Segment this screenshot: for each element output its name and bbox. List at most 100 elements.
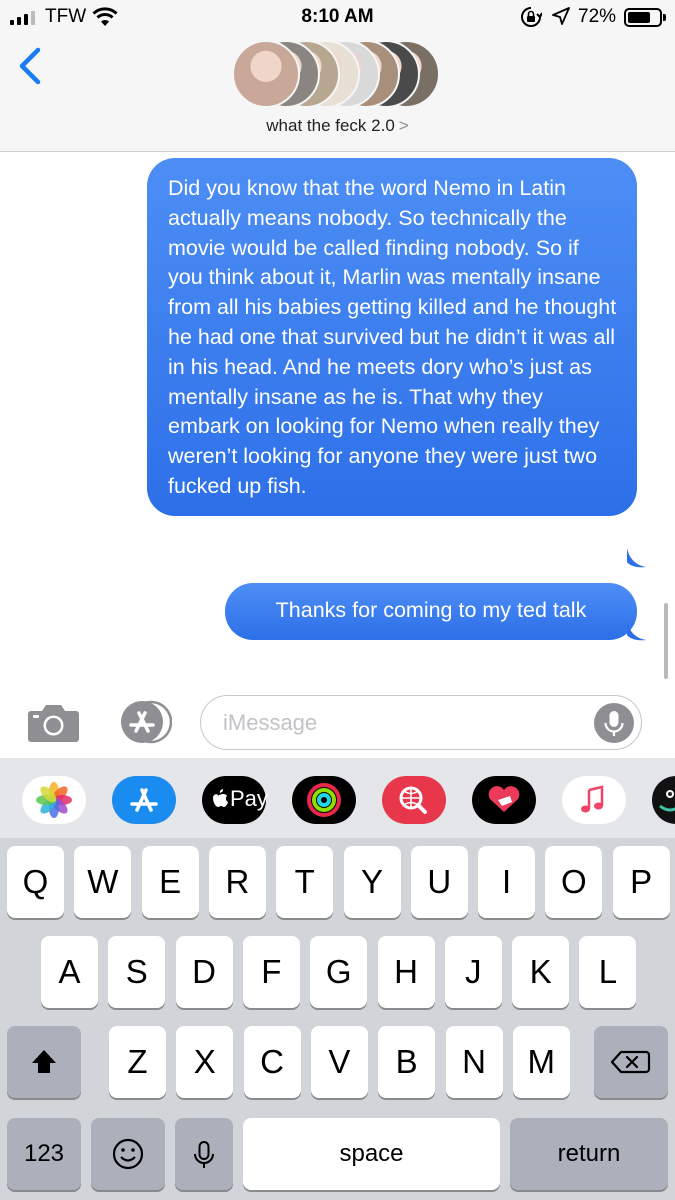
rotation-lock-icon bbox=[521, 7, 542, 27]
key-k[interactable]: K bbox=[512, 936, 570, 1008]
key-l-label: L bbox=[598, 953, 618, 990]
key-j-label: J bbox=[465, 953, 482, 990]
key-u-label: U bbox=[427, 863, 452, 900]
shift-arrow-icon bbox=[32, 1050, 56, 1073]
heart-hand-icon[interactable] bbox=[472, 776, 536, 824]
key-c-label: C bbox=[260, 1043, 285, 1080]
return-key[interactable]: return bbox=[510, 1118, 668, 1190]
bubble-tail bbox=[627, 548, 646, 568]
key-e[interactable]: E bbox=[141, 846, 199, 918]
key-h[interactable]: H bbox=[377, 936, 435, 1008]
key-x-label: X bbox=[193, 1043, 216, 1080]
key-w[interactable]: W bbox=[74, 846, 132, 918]
apple-pay-label: Pay bbox=[230, 786, 268, 811]
microphone-icon bbox=[194, 1141, 214, 1168]
key-k-label: K bbox=[529, 953, 552, 990]
apple-pay-icon[interactable]: Pay bbox=[202, 776, 268, 824]
group-avatars[interactable] bbox=[232, 40, 452, 108]
key-a-label: A bbox=[58, 953, 81, 990]
numbers-key[interactable]: 123 bbox=[7, 1118, 81, 1190]
key-i-label: I bbox=[502, 863, 512, 900]
numbers-key-label: 123 bbox=[23, 1140, 65, 1167]
key-m-label: M bbox=[527, 1043, 556, 1080]
key-h-label: H bbox=[394, 953, 418, 990]
group-name-label: what the feck 2.0 bbox=[266, 116, 395, 135]
return-key-label: return bbox=[557, 1140, 621, 1167]
key-e-label: E bbox=[159, 863, 182, 900]
key-p-label: P bbox=[630, 863, 653, 900]
key-r[interactable]: R bbox=[208, 846, 266, 918]
sticker-app-icon[interactable] bbox=[652, 776, 675, 824]
key-d[interactable]: D bbox=[175, 936, 233, 1008]
microphone-icon[interactable] bbox=[594, 703, 634, 743]
battery-percent: 72% bbox=[578, 6, 617, 27]
scroll-indicator[interactable] bbox=[664, 603, 668, 679]
key-z-label: Z bbox=[127, 1043, 148, 1080]
space-key[interactable]: space bbox=[243, 1118, 500, 1190]
key-n[interactable]: N bbox=[445, 1026, 503, 1098]
activity-rings-icon[interactable] bbox=[292, 776, 356, 824]
keyboard: Q W E R T Y U I O P A S D F G H J K L Z X C V B N M 123 space return bbox=[0, 838, 675, 1200]
key-b-label: B bbox=[395, 1043, 418, 1080]
dictation-key[interactable] bbox=[175, 1118, 233, 1190]
key-g[interactable]: G bbox=[310, 936, 368, 1008]
key-l[interactable]: L bbox=[579, 936, 637, 1008]
camera-icon[interactable] bbox=[27, 703, 80, 743]
status-time: 8:10 AM bbox=[301, 6, 374, 27]
music-note-icon[interactable] bbox=[562, 776, 626, 824]
backspace-icon bbox=[610, 1050, 651, 1074]
key-w-label: W bbox=[87, 863, 119, 900]
app-store-icon[interactable] bbox=[112, 776, 176, 824]
chevron-left-icon[interactable] bbox=[16, 46, 46, 86]
conversation-header: what the feck 2.0 > bbox=[0, 36, 675, 152]
delete-key[interactable] bbox=[594, 1026, 668, 1098]
photos-icon[interactable] bbox=[22, 776, 86, 824]
app-store-icon[interactable] bbox=[114, 700, 172, 744]
key-r-label: R bbox=[225, 863, 250, 900]
key-a[interactable]: A bbox=[41, 936, 98, 1008]
emoji-key[interactable] bbox=[91, 1118, 165, 1190]
space-key-label: space bbox=[339, 1140, 404, 1167]
key-q[interactable]: Q bbox=[7, 846, 64, 918]
key-v-label: V bbox=[328, 1043, 351, 1080]
key-j[interactable]: J bbox=[444, 936, 502, 1008]
key-x[interactable]: X bbox=[176, 1026, 234, 1098]
key-n-label: N bbox=[462, 1043, 486, 1080]
key-c[interactable]: C bbox=[243, 1026, 301, 1098]
key-o[interactable]: O bbox=[545, 846, 603, 918]
message-bubble[interactable]: Thanks for coming to my ted talk bbox=[225, 583, 637, 640]
key-t-label: T bbox=[294, 863, 315, 900]
key-o-label: O bbox=[561, 863, 587, 900]
key-u[interactable]: U bbox=[410, 846, 468, 918]
key-s[interactable]: S bbox=[108, 936, 166, 1008]
key-b[interactable]: B bbox=[378, 1026, 436, 1098]
location-arrow-icon bbox=[552, 7, 570, 25]
key-z[interactable]: Z bbox=[109, 1026, 166, 1098]
battery-icon bbox=[624, 8, 662, 27]
key-s-label: S bbox=[125, 953, 148, 990]
bubble-tail bbox=[627, 621, 646, 641]
group-name[interactable]: what the feck 2.0 > bbox=[0, 116, 675, 136]
imessage-field[interactable] bbox=[200, 695, 642, 750]
key-f-label: F bbox=[261, 953, 282, 990]
globe-search-icon[interactable] bbox=[382, 776, 446, 824]
key-y-label: Y bbox=[360, 863, 383, 900]
key-y[interactable]: Y bbox=[343, 846, 401, 918]
key-g-label: G bbox=[325, 953, 352, 990]
key-v[interactable]: V bbox=[310, 1026, 368, 1098]
battery-tip bbox=[663, 14, 666, 21]
shift-key[interactable] bbox=[7, 1026, 81, 1098]
key-f[interactable]: F bbox=[242, 936, 300, 1008]
imessage-input[interactable] bbox=[223, 708, 583, 738]
avatar bbox=[232, 40, 300, 108]
key-q-label: Q bbox=[22, 863, 49, 900]
emoji-icon bbox=[112, 1138, 144, 1170]
key-t[interactable]: T bbox=[276, 846, 334, 918]
chevron-right-icon: > bbox=[398, 116, 409, 135]
key-m[interactable]: M bbox=[512, 1026, 570, 1098]
key-p[interactable]: P bbox=[612, 846, 670, 918]
key-d-label: D bbox=[192, 953, 217, 990]
key-i[interactable]: I bbox=[478, 846, 536, 918]
message-bubble[interactable]: Did you know that the word Nemo in Latin… bbox=[147, 158, 637, 516]
status-bar: TFW 8:10 AM 72% bbox=[0, 0, 675, 36]
